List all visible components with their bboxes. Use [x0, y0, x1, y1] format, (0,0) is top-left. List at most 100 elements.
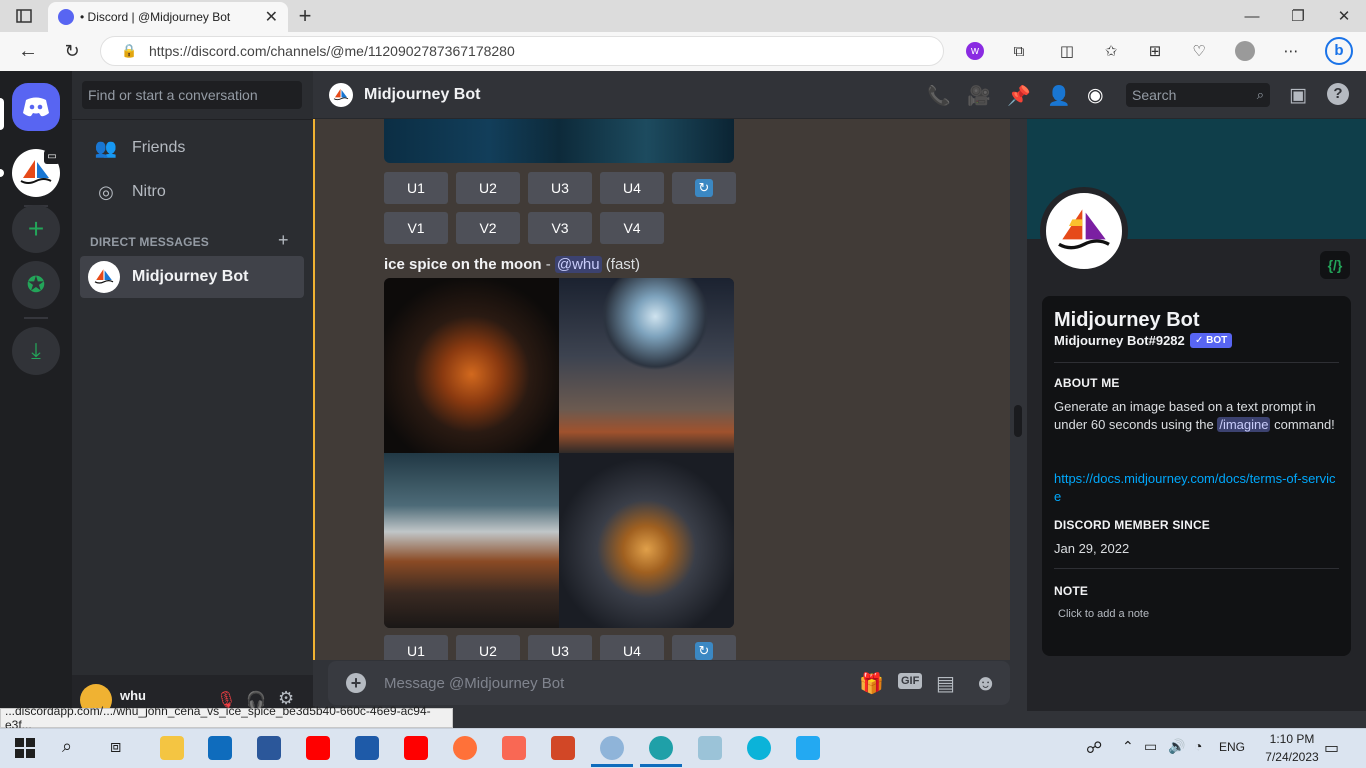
header-search-input[interactable]: Search ⌕: [1126, 83, 1270, 107]
collections-icon[interactable]: ⊞: [1144, 40, 1166, 62]
notes-app-icon[interactable]: [698, 736, 722, 760]
u4-button[interactable]: U4: [600, 635, 664, 660]
generated-image-grid[interactable]: [384, 278, 734, 628]
message-list: U1 U2 U3 U4 ↻ V1 V2 V3 V4 ice spice on t…: [313, 119, 1010, 660]
u1-button[interactable]: U1: [384, 172, 448, 204]
dm-item-midjourney-bot[interactable]: Midjourney Bot: [80, 256, 304, 298]
reroll-button[interactable]: ↻: [672, 635, 736, 660]
attach-plus-icon[interactable]: +: [346, 673, 366, 693]
add-server-icon[interactable]: +: [12, 205, 60, 253]
sidebar-item-nitro[interactable]: ◎ Nitro: [80, 171, 304, 213]
close-window-icon[interactable]: ✕: [1332, 4, 1356, 28]
create-dm-icon[interactable]: +: [278, 230, 289, 251]
outlook-icon[interactable]: [208, 736, 232, 760]
discord-home-icon[interactable]: [12, 83, 60, 131]
browser-tab[interactable]: • Discord | @Midjourney Bot ✕: [48, 2, 288, 32]
profile-avatar-icon[interactable]: [1234, 40, 1256, 62]
vscode-icon[interactable]: [796, 736, 820, 760]
clock-time[interactable]: 1:10 PM: [1262, 732, 1322, 746]
bing-icon[interactable]: b: [1324, 36, 1354, 66]
patreon-icon[interactable]: [502, 736, 526, 760]
volume-icon[interactable]: 🔊: [1168, 738, 1185, 755]
notifications-icon[interactable]: ▭: [1324, 738, 1339, 758]
image-quadrant-3[interactable]: [384, 453, 559, 628]
voice-call-icon[interactable]: 📞: [927, 84, 951, 108]
user-mention[interactable]: @whu: [554, 256, 602, 273]
active-developer-badge[interactable]: {/}: [1320, 251, 1350, 279]
favorites-icon[interactable]: ✩: [1100, 40, 1122, 62]
search-taskbar-icon[interactable]: ⌕: [62, 736, 72, 757]
clock-date[interactable]: 7/24/2023: [1258, 750, 1326, 764]
explore-servers-icon[interactable]: ✪: [12, 261, 60, 309]
add-friends-icon[interactable]: 👤: [1047, 84, 1071, 108]
start-icon[interactable]: [15, 738, 35, 758]
image-quadrant-2[interactable]: [559, 278, 734, 453]
extension-w-icon[interactable]: w: [964, 40, 986, 62]
refresh-icon[interactable]: ↻: [60, 39, 84, 63]
webex-icon[interactable]: [747, 736, 771, 760]
url-input[interactable]: 🔒 https://discord.com/channels/@me/11209…: [100, 36, 944, 66]
extensions-icon[interactable]: ⧉: [1008, 40, 1030, 62]
reroll-button[interactable]: ↻: [672, 172, 736, 204]
user-profile-toggle-icon[interactable]: ◉: [1087, 84, 1104, 107]
tab-actions-icon[interactable]: [14, 6, 34, 26]
restore-icon[interactable]: ❐: [1286, 4, 1310, 28]
message-composer[interactable]: + Message @Midjourney Bot 🎁 GIF ▤ ☻: [328, 661, 1010, 705]
sidebar-item-friends[interactable]: 👥 Friends: [80, 127, 304, 169]
u4-button[interactable]: U4: [600, 172, 664, 204]
youtube-icon[interactable]: [404, 736, 428, 760]
powerpoint-icon[interactable]: [551, 736, 575, 760]
v1-button[interactable]: V1: [384, 212, 448, 244]
new-tab-icon[interactable]: +: [294, 3, 316, 28]
gif-button[interactable]: GIF: [898, 673, 923, 689]
back-icon[interactable]: ←: [16, 39, 40, 63]
v4-button[interactable]: V4: [600, 212, 664, 244]
download-apps-icon[interactable]: ⤓: [12, 327, 60, 375]
pinned-messages-icon[interactable]: 📌: [1007, 84, 1031, 108]
u2-button[interactable]: U2: [456, 172, 520, 204]
app-blue-icon[interactable]: [355, 736, 379, 760]
battery-icon[interactable]: ▭: [1144, 738, 1157, 755]
more-menu-icon[interactable]: ⋯: [1280, 40, 1302, 62]
firefox-icon[interactable]: [453, 736, 477, 760]
close-tab-icon[interactable]: ✕: [265, 7, 278, 27]
video-call-icon[interactable]: 🎥: [967, 84, 991, 108]
u3-button[interactable]: U3: [528, 172, 592, 204]
edge-icon[interactable]: [649, 736, 673, 760]
inbox-icon[interactable]: ▣: [1289, 84, 1307, 107]
u3-button[interactable]: U3: [528, 635, 592, 660]
message-input[interactable]: Message @Midjourney Bot: [384, 675, 564, 692]
gift-icon[interactable]: 🎁: [859, 671, 884, 696]
tray-chevron-icon[interactable]: ⌃: [1122, 738, 1134, 755]
language-indicator[interactable]: ENG: [1219, 740, 1245, 754]
task-view-icon[interactable]: ⧈: [110, 736, 121, 757]
terms-link[interactable]: https://docs.midjourney.com/docs/terms-o…: [1054, 470, 1339, 506]
message-prompt-line: ice spice on the moon - @whu (fast): [384, 256, 640, 273]
file-explorer-icon[interactable]: [160, 736, 184, 760]
search-placeholder: Search: [1132, 87, 1177, 103]
sticker-icon[interactable]: ▤: [936, 671, 955, 696]
header-avatar: [329, 83, 353, 107]
emoji-icon[interactable]: ☻: [974, 670, 997, 696]
network-icon[interactable]: ◔: [1194, 738, 1202, 754]
people-icon[interactable]: ☍: [1086, 738, 1102, 758]
previous-image-grid[interactable]: [384, 119, 734, 163]
help-icon[interactable]: ?: [1327, 83, 1349, 105]
youtube-icon[interactable]: [306, 736, 330, 760]
v2-button[interactable]: V2: [456, 212, 520, 244]
v3-button[interactable]: V3: [528, 212, 592, 244]
message-scrollbar[interactable]: [1014, 405, 1022, 437]
image-quadrant-4[interactable]: [559, 453, 734, 628]
paint-icon[interactable]: [600, 736, 624, 760]
performance-icon[interactable]: ♡: [1188, 40, 1210, 62]
note-input[interactable]: Click to add a note: [1058, 608, 1149, 620]
split-screen-icon[interactable]: ◫: [1056, 40, 1078, 62]
image-quadrant-1[interactable]: [384, 278, 559, 453]
imagine-command[interactable]: /imagine: [1217, 417, 1271, 432]
find-conversation-input[interactable]: Find or start a conversation: [82, 81, 302, 109]
u2-button[interactable]: U2: [456, 635, 520, 660]
minimize-icon[interactable]: —: [1240, 4, 1264, 28]
find-conversation-placeholder: Find or start a conversation: [88, 87, 258, 103]
word-icon[interactable]: [257, 736, 281, 760]
u1-button[interactable]: U1: [384, 635, 448, 660]
